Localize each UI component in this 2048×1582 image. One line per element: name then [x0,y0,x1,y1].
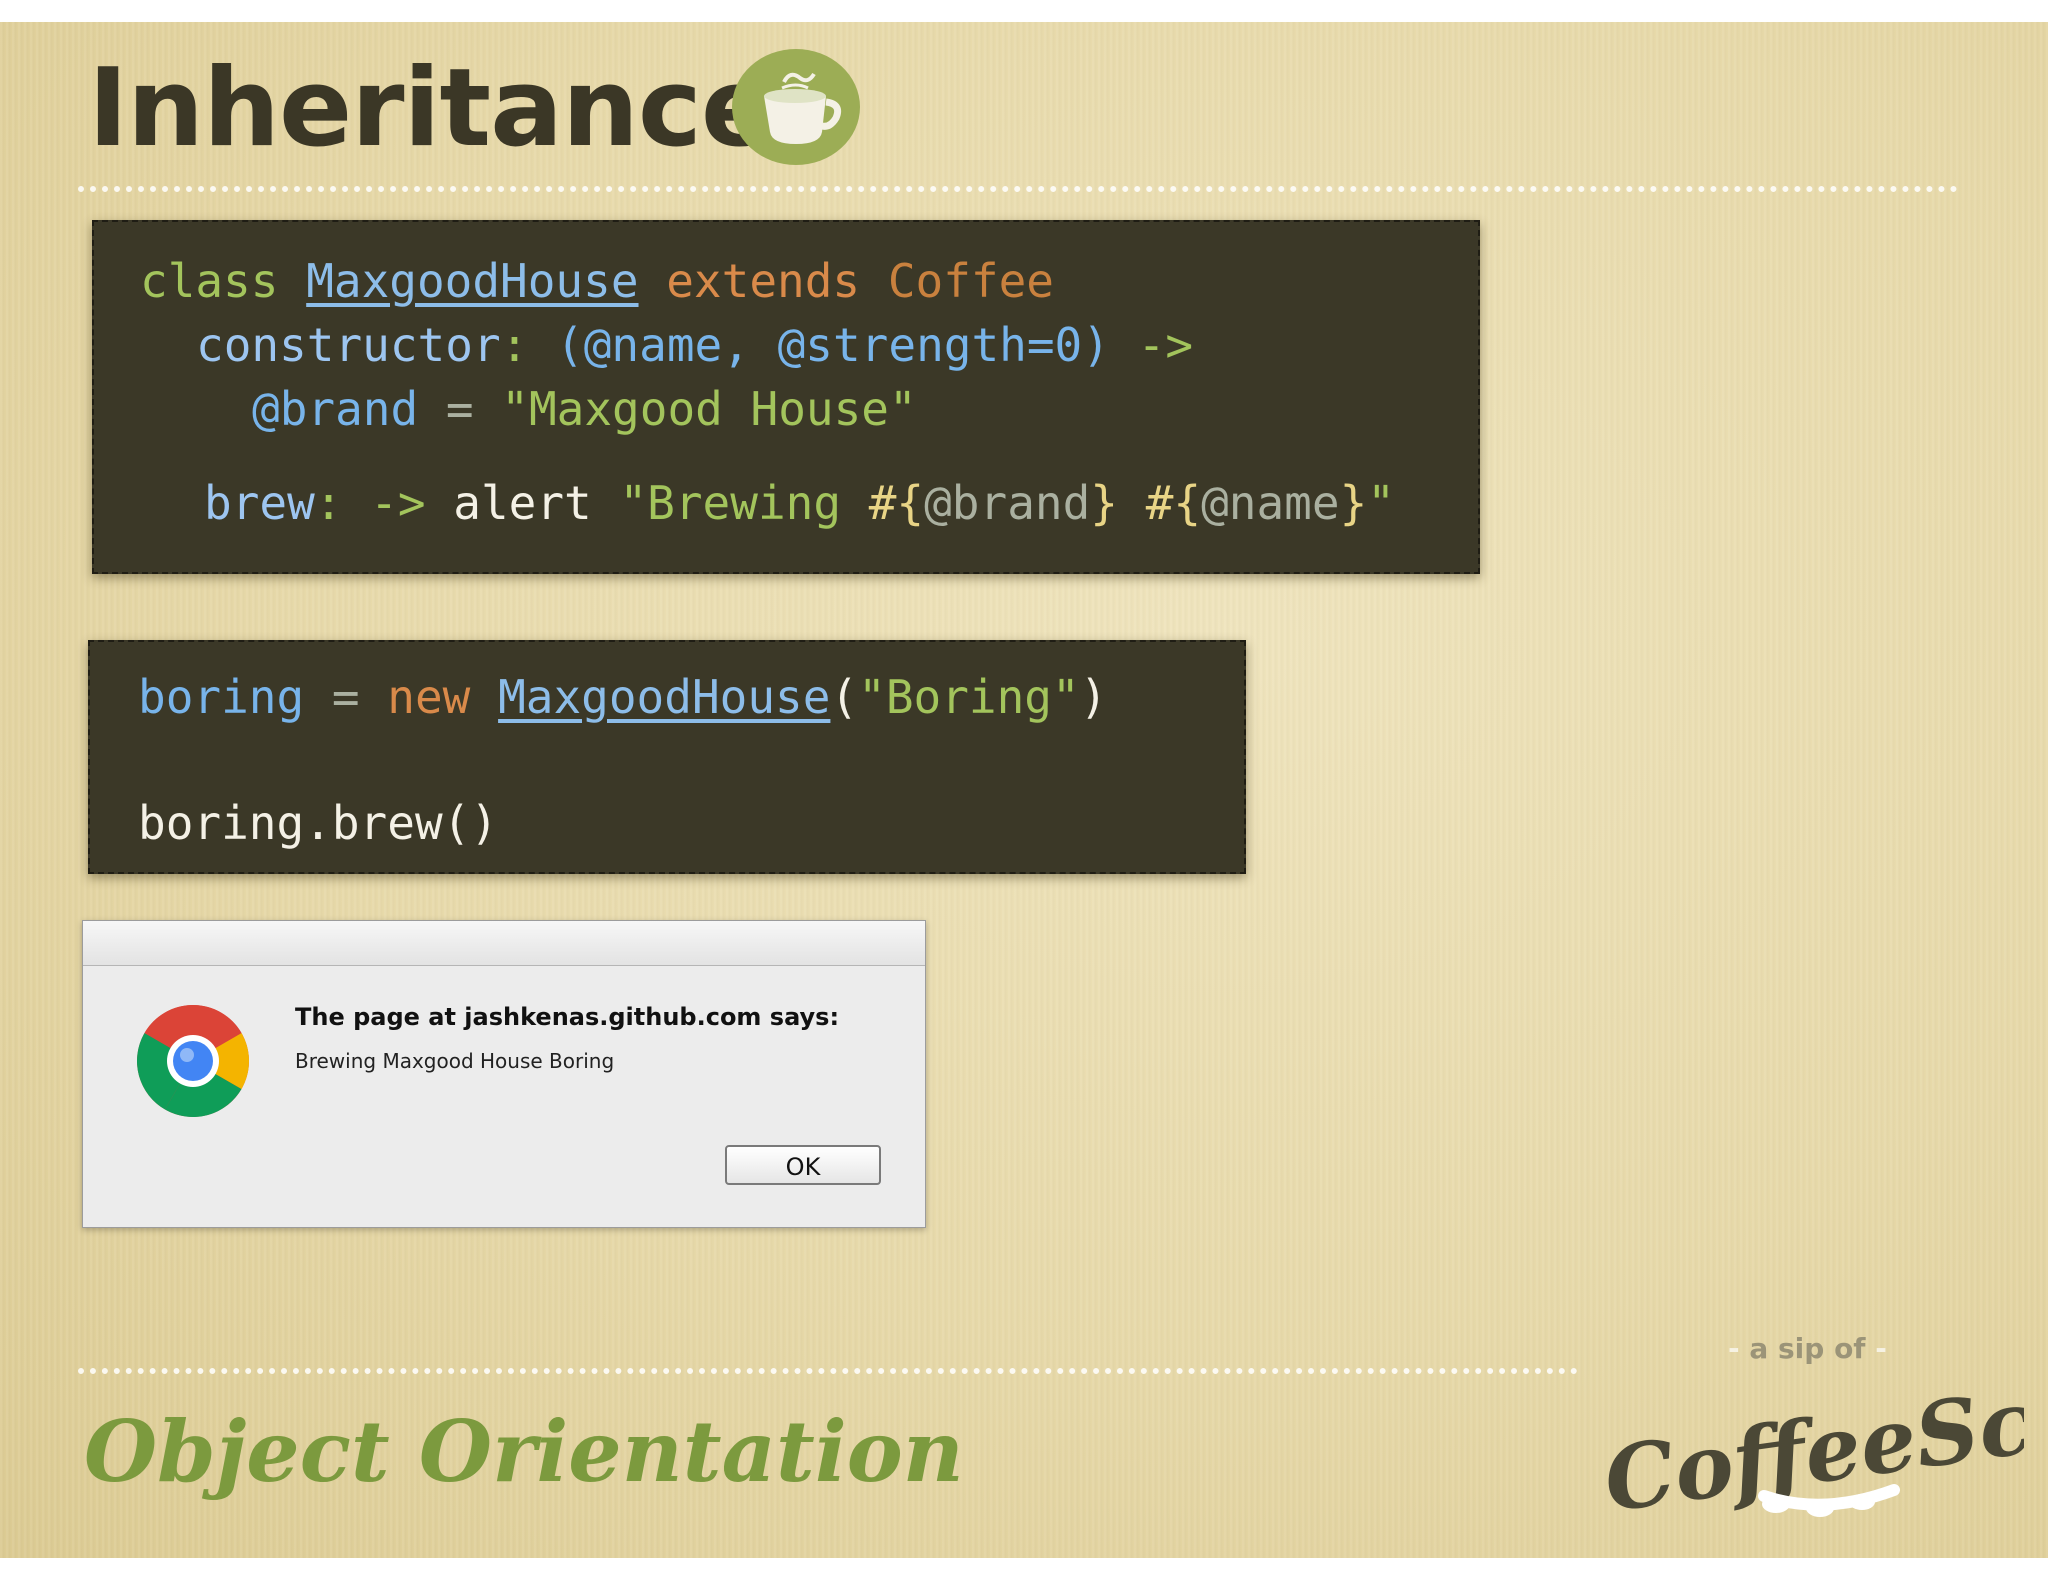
keyword-new: new [387,670,471,724]
class-name: MaxgoodHouse [498,670,831,724]
dialog-message: Brewing Maxgood House Boring [295,1049,615,1073]
interpolated-variable: @name [1201,476,1340,530]
code-line: boring.brew() [138,796,499,850]
function-arrow: -> [1137,318,1194,372]
dialog-heading: The page at jashkenas.github.com says: [295,1003,840,1031]
class-code-block: class MaxgoodHouse extends Coffee constr… [92,220,1480,574]
code-line: class MaxgoodHouse extends Coffee [140,258,1054,304]
function-arrow: -> [370,476,426,530]
string-literal: "Maxgood House" [501,382,917,436]
bottom-divider [78,1368,1578,1374]
ok-button[interactable]: OK [725,1145,881,1185]
keyword-extends: extends [666,254,861,308]
interpolation-open: #{ [868,476,925,530]
coffee-cup-icon [732,49,860,165]
interpolation-close: } [1339,476,1368,530]
assignment-operator: = [445,382,474,436]
constructor-params: (@name, @strength=0) [556,318,1110,372]
string-literal: "Boring" [858,670,1080,724]
interpolated-variable: @brand [924,476,1091,530]
code-line: brew: -> alert "Brewing #{@brand} #{@nam… [204,480,1395,526]
parent-class-name: Coffee [887,254,1054,308]
keyword-class: class [140,254,279,308]
string-literal: "Brewing [619,476,869,530]
variable-name: boring [138,670,305,724]
code-punctuation: : [314,476,343,530]
top-divider [78,186,1958,192]
string-literal: " [1367,476,1395,530]
slide: Inheritance class MaxgoodHouse extends C… [0,22,2048,1558]
slide-title: Inheritance [88,46,774,171]
code-punctuation: : [500,318,529,372]
interpolation-close: } [1090,476,1118,530]
usage-code-block: boring = new MaxgoodHouse("Boring") bori… [88,640,1246,874]
chrome-icon [136,1005,250,1118]
string-literal [1118,476,1146,530]
class-name: MaxgoodHouse [306,254,639,308]
function-call: alert [453,476,592,530]
assignment-operator: = [331,670,360,724]
alert-dialog: The page at jashkenas.github.com says: B… [82,920,926,1228]
code-punctuation: ) [1079,670,1108,724]
slide-subtitle: Object Orientation [84,1402,964,1501]
coffeescript-logo: CoffeeScript [1598,1358,2024,1528]
code-line: constructor: (@name, @strength=0) -> [196,322,1193,368]
code-line: @brand = "Maxgood House" [252,386,917,432]
code-line: boring = new MaxgoodHouse("Boring") [138,674,1107,720]
instance-variable: @brand [252,382,419,436]
dialog-title-bar [83,921,925,966]
code-punctuation: ( [830,670,859,724]
interpolation-open: #{ [1145,476,1202,530]
method-name: brew [204,476,315,530]
property-name: constructor [196,318,501,372]
